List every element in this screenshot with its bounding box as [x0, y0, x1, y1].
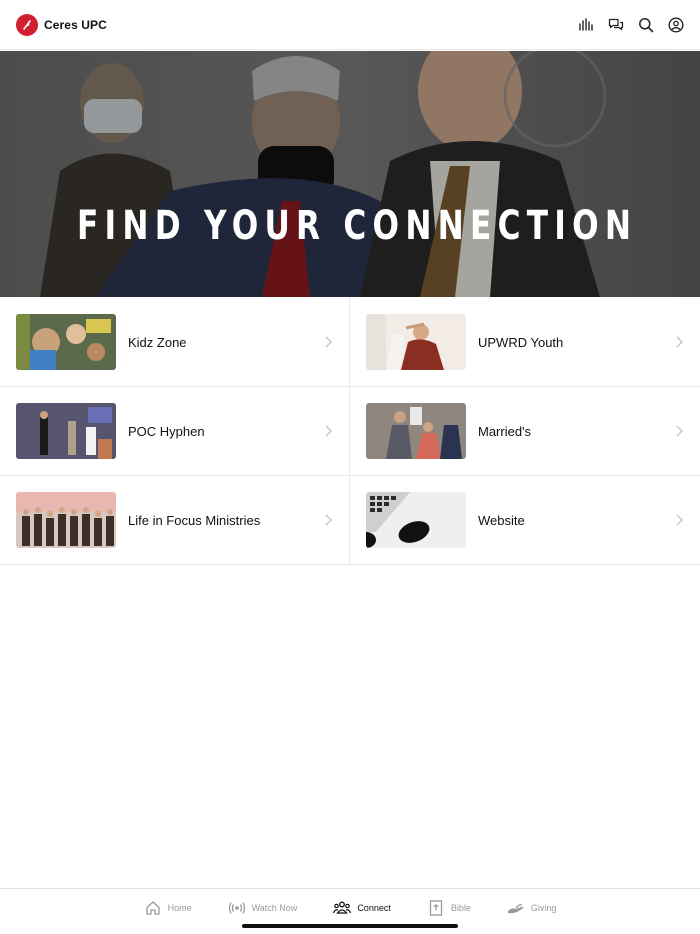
- chevron-right-icon: [325, 514, 332, 526]
- broadcast-icon: [228, 899, 246, 917]
- audio-bars-icon[interactable]: [578, 17, 594, 33]
- tab-label: Bible: [450, 903, 471, 913]
- giving-hand-icon: [507, 899, 525, 917]
- hero-banner: FIND YOUR CONNECTION: [0, 51, 700, 297]
- youth-prayer-thumbnail: [366, 314, 466, 370]
- item-label: UPWRD Youth: [478, 334, 564, 350]
- chat-bubbles-icon[interactable]: [608, 17, 624, 33]
- chevron-right-icon: [676, 514, 683, 526]
- item-label: Website: [478, 512, 525, 528]
- congregation-thumbnail: [16, 492, 116, 548]
- tab-label: Watch Now: [251, 903, 298, 913]
- chevron-right-icon: [325, 425, 332, 437]
- top-header: Ceres UPC: [0, 0, 700, 50]
- grid-row: Life in Focus Ministries Website: [0, 476, 700, 565]
- grid-row: Kidz Zone UPWRD Youth: [0, 298, 700, 387]
- tab-watch-now[interactable]: Watch Now: [228, 889, 298, 927]
- stage-speakers-thumbnail: [16, 403, 116, 459]
- tab-label: Giving: [530, 903, 557, 913]
- connect-item-kidz-zone[interactable]: Kidz Zone: [0, 298, 350, 386]
- kids-group-thumbnail: [16, 314, 116, 370]
- chevron-right-icon: [325, 336, 332, 348]
- tab-home[interactable]: Home: [144, 889, 192, 927]
- home-icon: [144, 899, 162, 917]
- item-label: Life in Focus Ministries: [128, 512, 261, 528]
- couples-thumbnail: [366, 403, 466, 459]
- tab-connect[interactable]: Connect: [333, 889, 391, 927]
- connect-item-poc-hyphen[interactable]: POC Hyphen: [0, 387, 350, 475]
- bible-icon: [427, 899, 445, 917]
- tab-bible[interactable]: Bible: [427, 889, 471, 927]
- people-icon: [333, 899, 352, 917]
- item-label: Married's: [478, 423, 532, 439]
- keyboard-mouse-thumbnail: [366, 492, 466, 548]
- item-label: Kidz Zone: [128, 334, 187, 350]
- hero-title: FIND YOUR CONNECTION: [77, 203, 638, 249]
- tab-label: Home: [167, 903, 192, 913]
- home-indicator: [242, 924, 458, 928]
- grid-row: POC Hyphen Married's: [0, 387, 700, 476]
- chevron-right-icon: [676, 336, 683, 348]
- app-title: Ceres UPC: [44, 17, 107, 32]
- tab-giving[interactable]: Giving: [507, 889, 557, 927]
- connect-item-website[interactable]: Website: [350, 476, 700, 564]
- tab-label: Connect: [357, 903, 391, 913]
- hero-photo: [0, 51, 700, 297]
- connection-grid: Kidz Zone UPWRD Youth POC Hyphen Married…: [0, 298, 700, 565]
- connect-item-upwrd-youth[interactable]: UPWRD Youth: [350, 298, 700, 386]
- church-logo-icon[interactable]: [16, 13, 38, 36]
- chevron-right-icon: [676, 425, 683, 437]
- connect-item-life-in-focus[interactable]: Life in Focus Ministries: [0, 476, 350, 564]
- connect-item-marrieds[interactable]: Married's: [350, 387, 700, 475]
- item-label: POC Hyphen: [128, 423, 205, 439]
- search-icon[interactable]: [638, 17, 654, 33]
- profile-icon[interactable]: [668, 16, 684, 33]
